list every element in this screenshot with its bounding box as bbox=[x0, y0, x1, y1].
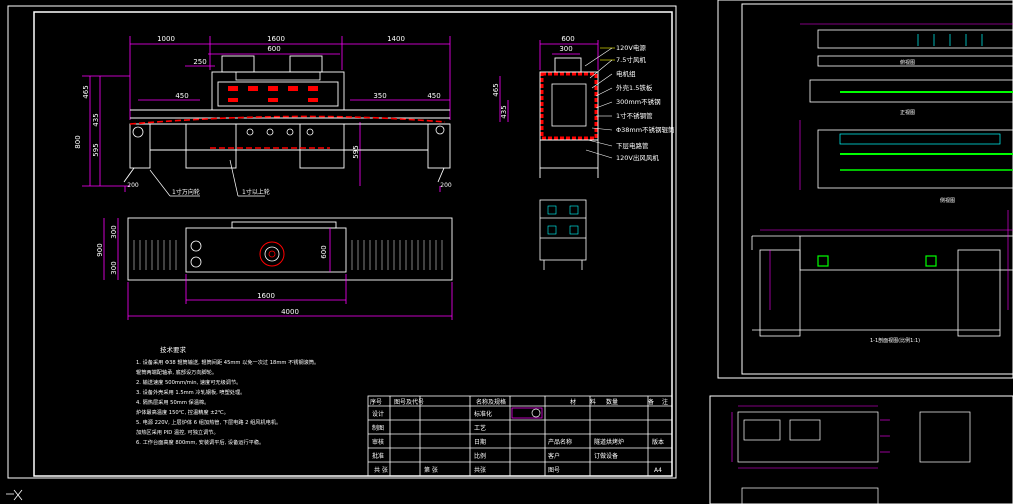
side-elevation: 600 300 465 435 120V电源 7.5寸风机 电机组 外壳1.5铁… bbox=[492, 35, 675, 270]
dim-sub-2: 250 bbox=[193, 58, 206, 66]
tb-header-4: 材 bbox=[570, 398, 576, 406]
note-line-8: 加热区采用 PID 温控, 可独立调节。 bbox=[136, 428, 219, 436]
right-label-3: 侧视图 bbox=[940, 197, 955, 204]
tb-product-name: 隧道烘烤炉 bbox=[594, 438, 624, 446]
dim-bottom-1: 200 bbox=[127, 182, 139, 189]
note-line-3: 2. 输送速度 500mm/min, 速度可无级调节。 bbox=[136, 378, 241, 386]
dim-top-1: 1000 bbox=[157, 35, 175, 43]
note-line-7: 5. 电源 220V, 上层炉体 6 组加热管, 下层电路 2 组风机电机。 bbox=[136, 418, 281, 426]
side-label-1: 120V电源 bbox=[616, 43, 646, 52]
dim-left-1: 465 bbox=[82, 85, 90, 98]
dim-top-3: 1400 bbox=[387, 35, 405, 43]
bottom-right-sheet bbox=[709, 395, 1013, 504]
side-dim-left-1: 465 bbox=[492, 83, 500, 96]
tb-customer-name: 订做设备 bbox=[594, 452, 618, 460]
side-label-7: Φ38mm不锈钢辊筒 bbox=[616, 125, 675, 134]
note-line-1: 1. 设备采用 Φ38 辊筒输送, 辊筒间距 45mm 以免一次过 18mm 不… bbox=[136, 358, 319, 366]
note-line-2: 辊筒两端配轴承, 底部设万向脚轮。 bbox=[136, 368, 217, 376]
tb-footer-1: 共 张 bbox=[374, 466, 388, 474]
side-label-3: 电机组 bbox=[616, 69, 636, 78]
tb-header-5: 料 bbox=[590, 398, 596, 406]
side-label-6: 1寸不锈钢管 bbox=[616, 111, 653, 120]
dim-top-2: 1600 bbox=[267, 35, 285, 43]
tb-edition-label: 版本 bbox=[652, 438, 664, 446]
title-block: 序号 图号及代号 名称及规格 材 料 数量 备 注 设计 制图 审核 批准 标准… bbox=[367, 395, 673, 477]
tb-header-6: 数量 bbox=[606, 398, 618, 406]
side-label-9: 120V出风风机 bbox=[616, 153, 659, 162]
plan-dim-right-1: 600 bbox=[320, 245, 328, 258]
tb-footer-2: 第 张 bbox=[424, 466, 438, 474]
right-label-4: 1-1剖面视图(比例1:1) bbox=[870, 337, 920, 344]
plan-view: 300 900 300 600 1600 4000 bbox=[96, 217, 453, 320]
tb-header-1: 序号 bbox=[370, 398, 382, 406]
plan-dim-left-3: 300 bbox=[110, 261, 118, 274]
leader-label-1: 1寸万向轮 bbox=[172, 188, 200, 196]
tb-row-4: 批准 bbox=[372, 452, 384, 460]
tb-customer-label: 客户 bbox=[548, 452, 560, 460]
side-dim-top-1: 600 bbox=[561, 35, 574, 43]
leader-label-2: 1寸以上轮 bbox=[242, 188, 270, 196]
tb-header-3: 名称及规格 bbox=[476, 398, 506, 406]
plan-dim-left-1: 300 bbox=[110, 225, 118, 238]
front-elevation: 1000 1600 1400 600 250 450 350 450 465 4… bbox=[74, 35, 452, 197]
side-label-4: 外壳1.5铁板 bbox=[616, 83, 653, 92]
tb-row-1: 设计 bbox=[372, 410, 384, 418]
side-dim-left-2: 435 bbox=[500, 105, 508, 118]
main-sheet-frame bbox=[7, 5, 677, 479]
side-label-8: 下层电路管 bbox=[616, 141, 649, 150]
tb-mid-3: 日期 bbox=[474, 438, 486, 446]
dim-sub-1: 600 bbox=[267, 45, 280, 53]
cad-drawing-canvas[interactable]: 1000 1600 1400 600 250 450 350 450 465 4… bbox=[0, 0, 1013, 504]
ucs-axis-icon bbox=[6, 489, 23, 501]
dim-left-4: 595 bbox=[92, 143, 100, 156]
tb-mid-5: 共张 bbox=[474, 466, 486, 474]
note-line-4: 3. 设备外壳采用 1.5mm 冷轧钢板, 喷塑处理。 bbox=[136, 388, 245, 396]
dim-sub-4: 350 bbox=[373, 92, 386, 100]
technical-notes: 技术要求 1. 设备采用 Φ38 辊筒输送, 辊筒间距 45mm 以免一次过 1… bbox=[136, 345, 319, 446]
tb-mid-2: 工艺 bbox=[474, 424, 486, 432]
tb-product-label: 产品名称 bbox=[548, 438, 572, 446]
plan-dim-bottom-1: 1600 bbox=[257, 292, 275, 300]
tb-mid-1: 标准化 bbox=[474, 410, 492, 418]
right-label-2: 正视图 bbox=[900, 109, 915, 116]
right-sheet: 俯视图 正视图 侧视图 1-1剖面视图(比例1:1) bbox=[717, 0, 1013, 379]
plan-dim-bottom-2: 4000 bbox=[281, 308, 299, 316]
tb-row-2: 制图 bbox=[372, 424, 384, 432]
tb-header-7: 备 bbox=[648, 398, 654, 406]
side-label-5: 300mm不锈钢 bbox=[616, 97, 661, 106]
plan-dim-left-2: 900 bbox=[96, 243, 104, 256]
note-line-5: 4. 隔热层采用 50mm 保温棉。 bbox=[136, 398, 209, 406]
tb-drawing-no-label: 图号 bbox=[548, 467, 560, 474]
tb-row-3: 审核 bbox=[372, 438, 384, 446]
notes-title: 技术要求 bbox=[160, 345, 187, 354]
side-dim-top-2: 300 bbox=[559, 45, 572, 53]
dim-sub-5: 450 bbox=[427, 92, 440, 100]
tb-mid-4: 比例 bbox=[474, 452, 486, 460]
dim-left-3: 800 bbox=[74, 135, 82, 148]
right-label-1: 俯视图 bbox=[900, 59, 915, 66]
side-label-2: 7.5寸风机 bbox=[616, 55, 646, 64]
tb-header-2: 图号及代号 bbox=[394, 398, 424, 406]
dim-left-2: 435 bbox=[92, 113, 100, 126]
tb-sheet-size: A4 bbox=[654, 467, 662, 474]
dim-sub-3: 450 bbox=[175, 92, 188, 100]
note-line-9: 6. 工作台面高度 800mm, 安装调平后, 设备运行平稳。 bbox=[136, 438, 264, 446]
tb-header-8: 注 bbox=[662, 398, 668, 406]
dim-bottom-2: 200 bbox=[440, 182, 452, 189]
dim-right-1: 595 bbox=[352, 145, 360, 158]
note-line-6: 炉体最高温度 150℃, 控温精度 ±2℃。 bbox=[136, 408, 229, 416]
